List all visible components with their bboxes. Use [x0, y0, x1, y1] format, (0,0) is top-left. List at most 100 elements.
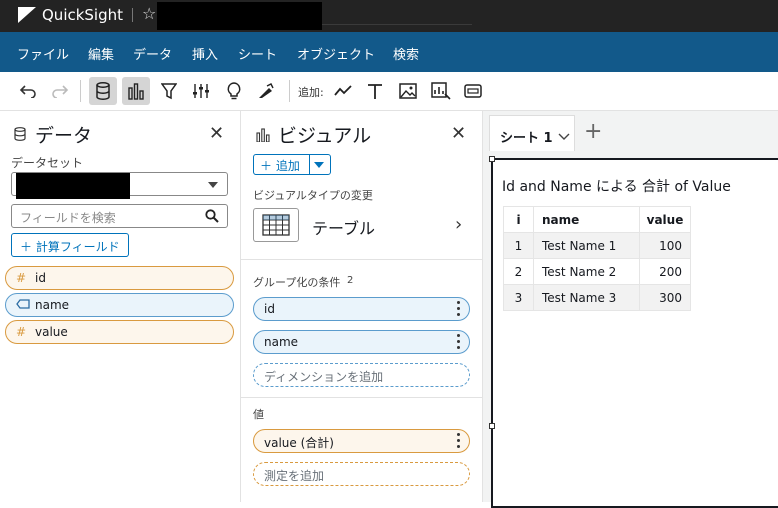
app-name: QuickSight: [42, 6, 124, 24]
visual-panel-toggle-icon[interactable]: [122, 77, 150, 105]
add-text-icon[interactable]: [361, 77, 389, 105]
column-header[interactable]: i: [503, 206, 534, 233]
group-by-label: グループ化の条件: [253, 276, 341, 289]
split-divider: [309, 155, 310, 174]
add-visual-label: ＋ 追加: [260, 159, 300, 173]
menu-bar: ファイル 編集 データ 挿入 シート オブジェクト 検索: [0, 32, 778, 72]
chevron-down-icon[interactable]: [558, 130, 570, 145]
more-options-icon[interactable]: [457, 433, 461, 449]
group-by-field-name[interactable]: name: [253, 330, 470, 354]
data-panel: データ ✕ データセット フィールドを検索 ＋ 計算フィールド # id nam…: [0, 111, 241, 502]
field-search-input[interactable]: フィールドを検索: [11, 204, 228, 228]
title-underline: [322, 24, 472, 25]
visual-panel-title: ビジュアル: [278, 125, 372, 147]
menu-data[interactable]: データ: [133, 44, 172, 63]
visual-panel: ビジュアル ✕ ＋ 追加 ビジュアルタイプの変更 テーブル › グループ化の条件…: [241, 111, 483, 502]
insights-lightbulb-icon[interactable]: [220, 77, 248, 105]
data-table: i name value 1 Test Name 1 100 2 Test Na…: [503, 206, 691, 311]
table-cell: 3: [503, 284, 534, 311]
add-image-icon[interactable]: [394, 77, 422, 105]
column-header[interactable]: value: [639, 206, 691, 233]
add-measure-dropzone[interactable]: 測定を追加: [253, 462, 470, 486]
menu-sheet[interactable]: シート: [238, 44, 277, 63]
table-cell: 200: [639, 258, 691, 285]
table-visual[interactable]: Id and Name による 合計 of Value i name value…: [489, 156, 778, 508]
more-options-icon[interactable]: [457, 334, 461, 350]
value-label: 値: [253, 408, 264, 421]
dataset-label: データセット: [11, 156, 84, 170]
group-by-count: 2: [347, 275, 354, 286]
table-row: 3 Test Name 3 300: [503, 284, 691, 311]
tab-sheet-1[interactable]: シート 1: [489, 115, 575, 151]
well-field-name: name: [264, 335, 299, 349]
dataset-name-redacted: [16, 173, 130, 199]
bar-chart-icon: [256, 127, 270, 146]
field-name[interactable]: name: [5, 293, 234, 317]
field-search-placeholder: フィールドを検索: [20, 211, 116, 225]
section-divider: [241, 397, 483, 398]
add-insight-icon[interactable]: [427, 77, 455, 105]
redo-icon[interactable]: [46, 77, 74, 105]
toolbar-separator: [289, 80, 290, 102]
chevron-right-icon[interactable]: ›: [455, 214, 462, 235]
title-divider: [132, 8, 133, 22]
well-field-name: id: [264, 302, 275, 316]
menu-file[interactable]: ファイル: [17, 44, 69, 63]
field-id[interactable]: # id: [5, 266, 234, 290]
menu-insert[interactable]: 挿入: [192, 44, 218, 63]
data-panel-toggle-icon[interactable]: [89, 77, 117, 105]
visual-type-name: テーブル: [312, 219, 376, 238]
add-visual-button[interactable]: ＋ 追加: [253, 154, 331, 175]
group-by-field-id[interactable]: id: [253, 297, 470, 321]
number-hash-icon: #: [16, 325, 27, 339]
value-field-value-sum[interactable]: value (合計): [253, 429, 470, 453]
analysis-name-redacted: [157, 2, 322, 30]
dataset-select[interactable]: [11, 172, 228, 199]
table-cell: 300: [639, 284, 691, 311]
add-visual-line-icon[interactable]: [329, 77, 357, 105]
table-cell: 100: [639, 232, 691, 259]
table-cell: 2: [503, 258, 534, 285]
table-cell: Test Name 3: [533, 284, 640, 311]
add-calculated-field-button[interactable]: ＋ 計算フィールド: [11, 233, 129, 257]
favorite-star-icon[interactable]: ☆: [142, 4, 156, 23]
menu-search[interactable]: 検索: [393, 44, 419, 63]
add-dimension-dropzone[interactable]: ディメンションを追加: [253, 363, 470, 387]
more-options-icon[interactable]: [457, 301, 461, 317]
table-type-icon[interactable]: [253, 208, 299, 242]
resize-handle[interactable]: [489, 423, 495, 429]
resize-handle[interactable]: [489, 156, 495, 162]
toolbar-separator: [80, 80, 81, 102]
add-sheet-icon[interactable]: +: [584, 119, 602, 144]
search-icon: [205, 209, 219, 226]
field-name: value: [35, 325, 68, 339]
data-panel-title: データ: [35, 125, 93, 147]
add-embed-icon[interactable]: [459, 77, 487, 105]
visual-title: Id and Name による 合計 of Value: [502, 179, 731, 195]
close-data-panel-icon[interactable]: ✕: [209, 123, 224, 144]
field-name: name: [35, 298, 70, 312]
table-cell: 1: [503, 232, 534, 259]
top-bar: QuickSight ☆: [0, 0, 778, 32]
parameters-icon[interactable]: [187, 77, 215, 105]
caret-down-icon[interactable]: [314, 162, 324, 168]
sheet-canvas: シート 1 + Id and Name による 合計 of Value i na…: [483, 111, 778, 508]
field-value[interactable]: # value: [5, 320, 234, 344]
sheet-tab-label: シート 1: [500, 131, 553, 146]
table-cell: Test Name 1: [533, 232, 640, 259]
table-row: 2 Test Name 2 200: [503, 258, 691, 285]
quicksight-logo-icon: [18, 7, 36, 23]
themes-icon[interactable]: [252, 77, 280, 105]
change-visual-type-label: ビジュアルタイプの変更: [253, 189, 373, 202]
section-divider: [241, 259, 483, 260]
menu-object[interactable]: オブジェクト: [297, 44, 375, 63]
undo-icon[interactable]: [14, 77, 42, 105]
filter-icon[interactable]: [155, 77, 183, 105]
menu-edit[interactable]: 編集: [88, 44, 114, 63]
close-visual-panel-icon[interactable]: ✕: [451, 123, 466, 144]
add-label: 追加:: [298, 86, 324, 99]
table-cell: Test Name 2: [533, 258, 640, 285]
well-field-name: value (合計): [264, 436, 334, 450]
table-row: 1 Test Name 1 100: [503, 232, 691, 259]
column-header[interactable]: name: [533, 206, 640, 233]
